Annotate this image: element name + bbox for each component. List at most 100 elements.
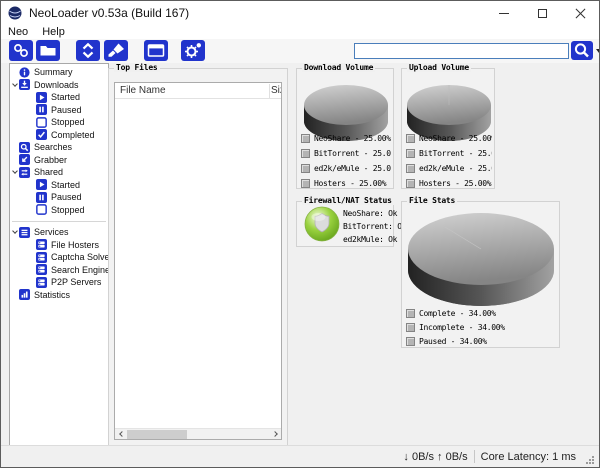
panel-title: Firewall/NAT Status — [302, 196, 394, 205]
chevron-down-icon[interactable] — [10, 231, 19, 233]
sidebar-item-downloads-stopped[interactable]: Stopped — [10, 116, 108, 129]
sidebar-item-label: Started — [51, 180, 80, 190]
green-shield-icon — [304, 206, 340, 242]
server-icon — [36, 277, 47, 288]
resize-grip[interactable] — [586, 455, 596, 465]
sidebar-item-label: Stopped — [51, 205, 85, 215]
sidebar-item-label: Search Engines — [51, 265, 109, 275]
open-folder-icon[interactable] — [36, 40, 60, 61]
search-dropdown-arrow-icon[interactable] — [596, 49, 600, 53]
app-window: NeoLoader v0.53a (Build 167) Neo Help — [0, 0, 600, 468]
sidebar-item-label: Services — [34, 227, 69, 237]
settings-gear-icon[interactable] — [181, 40, 205, 61]
sidebar-item-label: Grabber — [34, 155, 67, 165]
sidebar-item-shared-started[interactable]: Started — [10, 179, 108, 192]
core-latency: Core Latency: 1 ms — [481, 451, 576, 463]
chevron-down-icon[interactable] — [10, 171, 19, 173]
legend-item: ed2k/eMule - 25.00% — [301, 163, 391, 174]
maximize-button[interactable] — [523, 1, 561, 25]
legend-item: ed2k/eMule - 25.0 — [406, 163, 492, 174]
window-icon[interactable] — [144, 40, 168, 61]
column-size[interactable]: Size — [271, 85, 281, 96]
search-input[interactable] — [354, 43, 569, 59]
minimize-button[interactable] — [485, 1, 523, 25]
legend-item: Incomplete - 34.00% — [406, 322, 557, 333]
legend-label: Hosters - 25.00% — [314, 179, 386, 188]
sidebar-item-shared[interactable]: Shared — [10, 166, 108, 179]
legend-label: NeoShare - 25.00% — [419, 134, 492, 143]
scrollbar-thumb[interactable] — [127, 430, 187, 439]
sidebar-item-p2p-servers[interactable]: P2P Servers — [10, 276, 108, 289]
legend-item: NeoShare - 25.00% — [406, 133, 492, 144]
minimize-icon — [499, 13, 509, 14]
tree-separator — [12, 221, 106, 222]
sidebar-item-label: Stopped — [51, 117, 85, 127]
sidebar-item-search-engines[interactable]: Search Engines — [10, 264, 108, 277]
sidebar-item-label: P2P Servers — [51, 277, 101, 287]
search-icon — [571, 41, 593, 60]
firewall-status-neoshare: NeoShare: Ok — [343, 207, 406, 220]
window-title: NeoLoader v0.53a (Build 167) — [29, 6, 189, 20]
sidebar-item-label: Statistics — [34, 290, 70, 300]
legend-swatch — [406, 164, 415, 173]
scroll-left-button[interactable] — [115, 429, 126, 439]
legend-swatch — [301, 149, 310, 158]
app-logo-icon[interactable] — [8, 6, 22, 20]
sidebar-item-label: Shared — [34, 167, 63, 177]
sidebar-item-grabber[interactable]: Grabber — [10, 154, 108, 167]
horizontal-scrollbar[interactable] — [115, 428, 281, 439]
panel-title: Upload Volume — [407, 63, 471, 72]
sidebar-item-shared-stopped[interactable]: Stopped — [10, 204, 108, 217]
panel-title: File Stats — [407, 196, 457, 205]
sidebar-item-downloads-completed[interactable]: Completed — [10, 129, 108, 142]
column-file-name[interactable]: File Name — [120, 85, 166, 96]
legend-item: BitTorrent - 25.00% — [301, 148, 391, 159]
transfers-icon[interactable] — [76, 40, 100, 61]
legend-swatch — [406, 309, 415, 318]
legend-swatch — [406, 134, 415, 143]
stop-icon — [36, 204, 47, 215]
file-stats-pie-chart — [405, 211, 557, 311]
legend-label: BitTorrent - 25.0 — [419, 149, 492, 158]
scroll-right-button[interactable] — [270, 429, 281, 439]
sidebar-item-label: File Hosters — [51, 240, 99, 250]
link-icon[interactable] — [9, 40, 33, 61]
legend-label: Incomplete - 34.00% — [419, 323, 505, 332]
sidebar-item-label: Summary — [34, 67, 73, 77]
sidebar-item-captcha-solvers[interactable]: Captcha Solvers — [10, 251, 108, 264]
sidebar-item-downloads[interactable]: Downloads — [10, 79, 108, 92]
stop-icon — [36, 117, 47, 128]
sidebar-item-shared-paused[interactable]: Paused — [10, 191, 108, 204]
navigation-tree: Summary Downloads Started Paused Stopped… — [9, 63, 109, 446]
column-divider[interactable] — [269, 84, 270, 98]
menu-help[interactable]: Help — [35, 25, 72, 39]
server-icon — [36, 264, 47, 275]
sidebar-item-file-hosters[interactable]: File Hosters — [10, 239, 108, 252]
panel-title: Top Files — [114, 63, 160, 72]
list-header: File Name Size — [115, 83, 281, 99]
close-button[interactable] — [561, 1, 599, 25]
sidebar-item-summary[interactable]: Summary — [10, 66, 108, 79]
info-icon — [19, 67, 30, 78]
sidebar-item-searches[interactable]: Searches — [10, 141, 108, 154]
sidebar-item-label: Paused — [51, 105, 82, 115]
chevron-down-icon[interactable] — [10, 84, 19, 86]
shared-icon — [19, 167, 30, 178]
legend-label: NeoShare - 25.00% — [314, 134, 391, 143]
status-divider — [474, 450, 475, 463]
menu-neo[interactable]: Neo — [1, 25, 35, 39]
legend-swatch — [406, 149, 415, 158]
cleanup-brush-icon[interactable] — [104, 40, 128, 61]
maximize-icon — [538, 9, 547, 18]
play-icon — [36, 92, 47, 103]
sidebar-item-services[interactable]: Services — [10, 226, 108, 239]
sidebar-item-label: Started — [51, 92, 80, 102]
server-icon — [36, 252, 47, 263]
sidebar-item-downloads-started[interactable]: Started — [10, 91, 108, 104]
sidebar-item-statistics[interactable]: Statistics — [10, 289, 108, 302]
search-button[interactable] — [571, 41, 593, 60]
title-bar: NeoLoader v0.53a (Build 167) — [1, 1, 599, 25]
check-icon — [36, 129, 47, 140]
sidebar-item-downloads-paused[interactable]: Paused — [10, 104, 108, 117]
top-files-panel: Top Files File Name Size — [108, 68, 288, 446]
